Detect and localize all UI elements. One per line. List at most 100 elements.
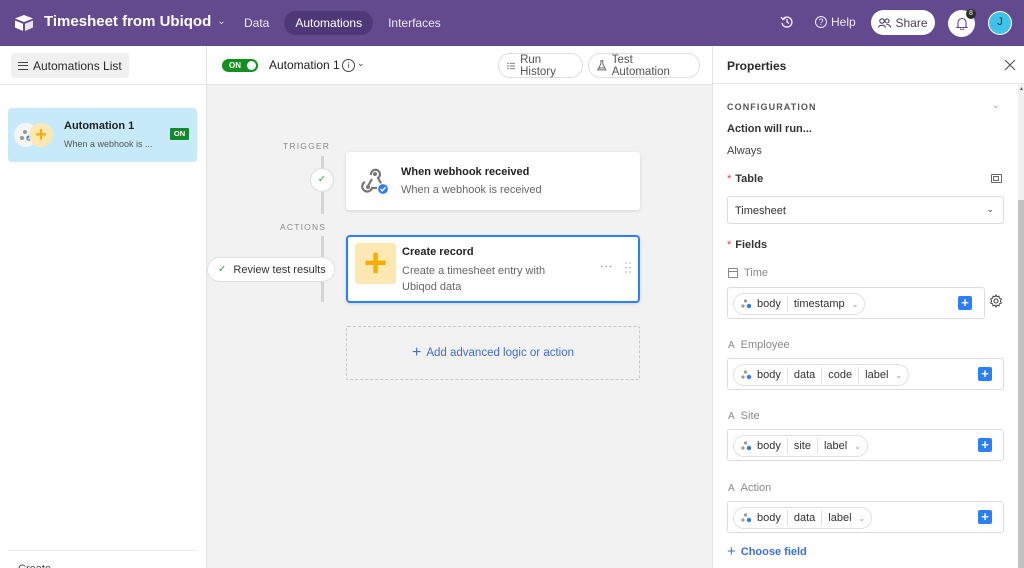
token-segment: body — [757, 369, 781, 381]
users-icon — [878, 17, 892, 28]
app-logo-icon[interactable] — [14, 14, 34, 32]
automation-icons: + — [14, 123, 54, 147]
field-label-time: Time — [728, 267, 768, 279]
check-icon: ✓ — [218, 264, 227, 275]
notification-badge: 8 — [966, 9, 976, 19]
nav-tab-interfaces[interactable]: Interfaces — [377, 11, 452, 35]
field-input-employee[interactable]: body data code label ⌄ + — [727, 358, 1004, 390]
field-input-site[interactable]: body site label ⌄ + — [727, 429, 1004, 461]
token-pill[interactable]: body timestamp ⌄ — [733, 293, 866, 315]
token-segment: body — [757, 512, 781, 524]
token-segment: body — [757, 298, 781, 310]
test-automation-label: Test Automation — [611, 53, 670, 78]
token-pill[interactable]: body data label ⌄ — [733, 507, 873, 529]
text-field-icon: A — [728, 339, 735, 351]
required-marker: * — [727, 239, 732, 251]
choose-field-label: Choose field — [740, 546, 807, 558]
expand-icon[interactable] — [991, 174, 1002, 183]
webhook-data-icon — [741, 299, 752, 309]
close-icon[interactable] — [1004, 59, 1016, 71]
action-card[interactable]: + Create record Create a timesheet entry… — [346, 235, 640, 303]
share-button[interactable]: Share — [871, 10, 935, 35]
token-segment: data — [786, 367, 821, 383]
run-history-button[interactable]: Run History — [498, 53, 583, 78]
chevron-down-icon[interactable]: ⌄ — [854, 442, 861, 451]
required-marker: * — [727, 173, 732, 185]
base-title-menu[interactable]: Timesheet from Ubiqod ⌄ — [44, 13, 226, 30]
fields-label-text: Fields — [735, 239, 768, 251]
toggle-knob — [247, 61, 256, 70]
field-input-time[interactable]: body timestamp ⌄ + — [727, 287, 985, 319]
plus-icon: + — [355, 243, 396, 284]
webhook-data-icon — [741, 370, 752, 380]
automation-on-toggle[interactable]: ON — [222, 59, 258, 72]
sidebar-header: Automations List — [0, 46, 206, 85]
table-select[interactable]: Timesheet ⌄ — [727, 196, 1004, 224]
choose-field-button[interactable]: + Choose field — [727, 543, 807, 560]
history-icon[interactable] — [780, 15, 794, 29]
token-segment: label — [821, 510, 857, 526]
info-icon[interactable]: i — [342, 59, 355, 72]
token-segment: body — [757, 440, 781, 452]
help-button[interactable]: ? Help — [815, 15, 856, 29]
fields-label: * Fields — [727, 239, 767, 251]
field-label-site: A Site — [728, 410, 760, 422]
chevron-down-icon[interactable]: ⌄ — [357, 58, 365, 69]
scrollbar-thumb[interactable] — [1018, 200, 1024, 568]
token-segment: timestamp — [786, 296, 851, 312]
action-title: Create record — [402, 246, 474, 258]
chevron-down-icon[interactable]: ⌄ — [992, 100, 1000, 111]
plus-icon: + — [727, 543, 736, 560]
add-token-button[interactable]: + — [978, 510, 992, 524]
action-description: Create a timesheet entry with Ubiqod dat… — [402, 265, 546, 293]
trigger-description: When a webhook is received — [401, 184, 542, 196]
automations-list-button[interactable]: Automations List — [11, 53, 129, 78]
field-input-action[interactable]: body data label ⌄ + — [727, 501, 1004, 533]
field-label-action: A Action — [728, 482, 771, 494]
gear-icon[interactable] — [989, 294, 1003, 308]
user-avatar[interactable]: J — [988, 11, 1012, 35]
panel-header: Properties — [713, 46, 1024, 84]
automation-title[interactable]: Automation 1 — [269, 58, 340, 72]
add-token-button[interactable]: + — [978, 438, 992, 452]
trigger-card[interactable]: When webhook received When a webhook is … — [346, 152, 640, 210]
trigger-section-label: TRIGGER — [283, 141, 331, 151]
run-condition-value[interactable]: Always — [727, 145, 762, 157]
flow-connector — [321, 156, 324, 168]
automation-description: When a webhook is ... — [64, 139, 153, 149]
automation-list-item[interactable]: + Automation 1 When a webhook is ... ON — [8, 108, 197, 162]
more-options-icon[interactable]: ··· — [600, 261, 613, 272]
panel-title: Properties — [727, 59, 787, 73]
chevron-down-icon[interactable]: ⌄ — [852, 300, 859, 309]
add-token-button[interactable]: + — [958, 296, 972, 310]
top-nav: Data Automations Interfaces — [233, 11, 452, 35]
test-automation-button[interactable]: Test Automation — [588, 53, 700, 78]
token-pill[interactable]: body site label ⌄ — [733, 435, 868, 457]
canvas-header: ON Automation 1 i ⌄ Run History Test Aut… — [207, 46, 712, 85]
review-test-results-button[interactable]: ✓ Review test results — [207, 257, 335, 282]
automation-canvas: ON Automation 1 i ⌄ Run History Test Aut… — [207, 46, 712, 568]
drag-handle-icon[interactable] — [625, 262, 631, 273]
add-advanced-logic-button[interactable]: + Add advanced logic or action — [346, 326, 640, 380]
chevron-down-icon: ⌄ — [986, 204, 994, 214]
add-token-button[interactable]: + — [978, 367, 992, 381]
run-condition-label: Action will run... — [727, 123, 812, 135]
bell-icon — [955, 17, 968, 30]
nav-tab-data[interactable]: Data — [233, 11, 280, 35]
create-label[interactable]: Create — [18, 563, 51, 568]
calendar-icon — [728, 268, 738, 278]
token-segment: label — [858, 367, 894, 383]
token-pill[interactable]: body data code label ⌄ — [733, 364, 910, 386]
chevron-down-icon[interactable]: ⌄ — [895, 371, 902, 380]
field-label-employee: A Employee — [728, 339, 790, 351]
token-segment: label — [816, 438, 853, 454]
sidebar-divider — [8, 550, 197, 551]
scroll-up-arrow-icon[interactable]: ▲ — [1019, 86, 1024, 92]
webhook-data-icon — [741, 513, 752, 523]
table-label: * Table — [727, 173, 763, 185]
text-field-icon: A — [728, 410, 735, 422]
question-mark-icon: ? — [815, 16, 827, 28]
chevron-down-icon[interactable]: ⌄ — [859, 514, 866, 523]
nav-tab-automations[interactable]: Automations — [284, 11, 374, 35]
flow-connector — [321, 192, 324, 214]
